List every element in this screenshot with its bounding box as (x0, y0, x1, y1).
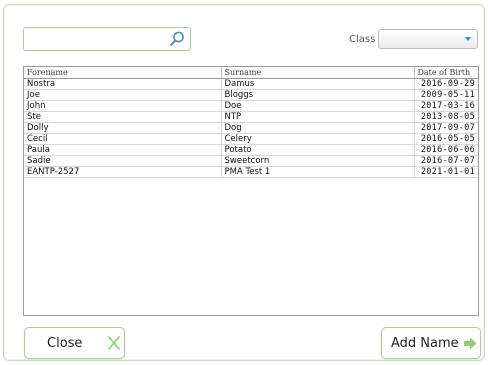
column-header-forename[interactable]: Forename (24, 67, 222, 79)
cell-surname: Bloggs (221, 89, 415, 101)
cell-surname: PMA Test 1 (221, 166, 415, 178)
cell-date-of-birth: 2016-06-06 (414, 144, 478, 156)
arrow-right-icon (464, 337, 477, 350)
table-row[interactable]: Dolly Dog 2017-09-07 (24, 122, 478, 134)
close-button-label: Close (47, 336, 83, 351)
cell-date-of-birth: 2017-09-07 (414, 122, 478, 134)
table-header-row: Forename Surname Date of Birth (24, 67, 478, 79)
cell-surname: Damus (221, 78, 415, 90)
cell-date-of-birth: 2013-08-05 (414, 111, 478, 123)
table-row[interactable]: Sadie Sweetcorn 2016-07-07 (24, 155, 478, 167)
cell-forename: Cecil (24, 133, 222, 145)
cell-surname: Sweetcorn (221, 155, 415, 167)
table-row[interactable]: John Doe 2017-03-16 (24, 100, 478, 112)
table-row[interactable]: Cecil Celery 2016-05-05 (24, 133, 478, 145)
table-row[interactable]: Nostra Damus 2016-09-29 (24, 78, 478, 90)
add-name-button[interactable]: Add Name (381, 327, 481, 359)
cell-forename: Ste (24, 111, 222, 123)
table-row[interactable]: Paula Potato 2016-06-06 (24, 144, 478, 156)
table-row[interactable]: Joe Bloggs 2009-05-11 (24, 89, 478, 101)
cell-surname: Potato (221, 144, 415, 156)
table-row[interactable]: EANTP-2527 PMA Test 1 2021-01-01 (24, 166, 478, 178)
close-x-icon (108, 336, 120, 350)
column-header-surname[interactable]: Surname (221, 67, 415, 79)
chevron-down-icon (465, 37, 471, 41)
table-row[interactable]: Ste NTP 2013-08-05 (24, 111, 478, 123)
cell-date-of-birth: 2016-09-29 (414, 78, 478, 90)
cell-forename: EANTP-2527 (24, 166, 222, 178)
cell-date-of-birth: 2021-01-01 (414, 166, 478, 178)
add-name-button-label: Add Name (391, 336, 459, 351)
cell-forename: Joe (24, 89, 222, 101)
cell-date-of-birth: 2016-07-07 (414, 155, 478, 167)
cell-forename: Nostra (24, 78, 222, 90)
cell-forename: Dolly (24, 122, 222, 134)
dialog-frame: Class Forename Surname Date of Birth Nos… (3, 4, 485, 361)
cell-forename: Sadie (24, 155, 222, 167)
search-icon[interactable] (168, 30, 186, 48)
cell-surname: Celery (221, 133, 415, 145)
class-select[interactable] (378, 29, 478, 49)
close-button[interactable]: Close (24, 327, 125, 359)
search-box[interactable] (23, 27, 191, 51)
cell-date-of-birth: 2016-05-05 (414, 133, 478, 145)
cell-forename: Paula (24, 144, 222, 156)
search-input[interactable] (28, 30, 168, 48)
cell-surname: Doe (221, 100, 415, 112)
cell-surname: NTP (221, 111, 415, 123)
cell-date-of-birth: 2017-03-16 (414, 100, 478, 112)
names-table: Forename Surname Date of Birth Nostra Da… (23, 66, 479, 316)
cell-forename: John (24, 100, 222, 112)
cell-date-of-birth: 2009-05-11 (414, 89, 478, 101)
cell-surname: Dog (221, 122, 415, 134)
class-filter-label: Class (349, 34, 376, 45)
column-header-date-of-birth[interactable]: Date of Birth (414, 67, 478, 79)
